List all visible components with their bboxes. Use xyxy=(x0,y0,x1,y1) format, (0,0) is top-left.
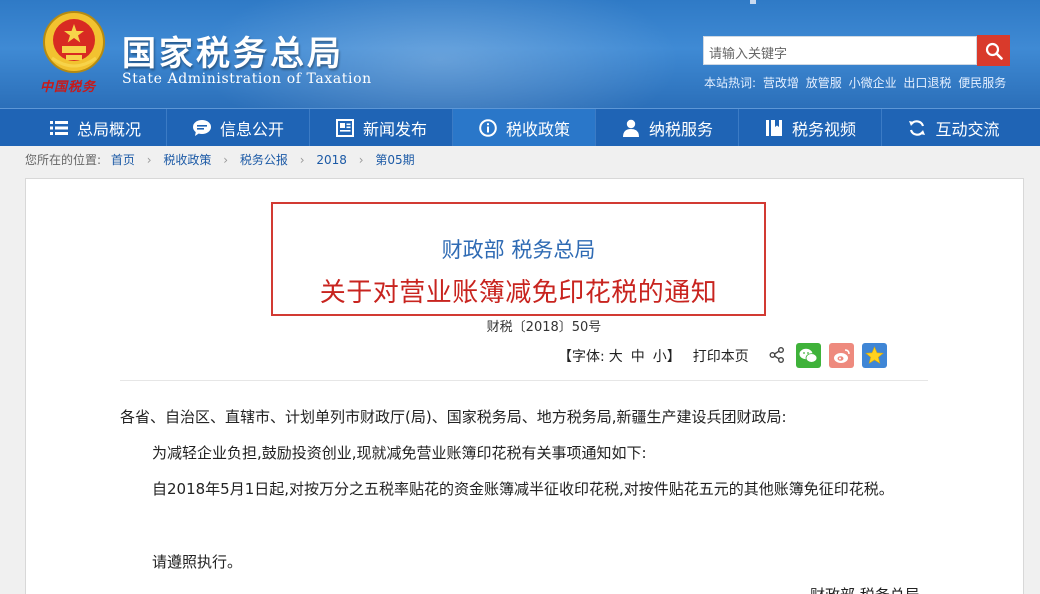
info-circle-icon xyxy=(478,118,498,138)
hot-word-link[interactable]: 出口退税 xyxy=(903,76,951,90)
weibo-share-button[interactable] xyxy=(829,343,854,368)
newspaper-icon xyxy=(335,118,355,138)
search-icon xyxy=(985,42,1003,60)
book-icon xyxy=(764,118,784,138)
star-icon xyxy=(865,346,884,364)
person-icon xyxy=(621,118,641,138)
nav-label: 互动交流 xyxy=(935,119,1000,139)
breadcrumb-prefix: 您所在的位置: xyxy=(25,153,102,167)
wechat-icon xyxy=(799,348,818,363)
font-size-medium-link[interactable]: 中 xyxy=(631,346,645,366)
article-paragraph: 自2018年5月1日起,对按万分之五税率贴花的资金账簿减半征收印花税,对按件贴花… xyxy=(152,480,894,498)
hot-word-link[interactable]: 放管服 xyxy=(806,76,842,90)
nav-label: 纳税服务 xyxy=(648,119,713,139)
nav-label: 新闻发布 xyxy=(362,119,427,139)
document-number: 财税〔2018〕50号 xyxy=(486,320,602,335)
nav-item-info[interactable]: 信息公开 xyxy=(167,109,310,146)
breadcrumb-link[interactable]: 首页 xyxy=(111,153,135,167)
breadcrumb-link[interactable]: 第05期 xyxy=(375,153,414,167)
chevron-right-icon: › xyxy=(146,153,152,167)
nav-item-interaction[interactable]: 互动交流 xyxy=(882,109,1025,146)
main-nav: 总局概况 信息公开 新闻发布 税收政策 纳税服务 税务视频 互动交流 xyxy=(0,108,1040,146)
breadcrumb-link[interactable]: 税收政策 xyxy=(163,153,211,167)
breadcrumb: 您所在的位置: 首页 › 税收政策 › 税务公报 › 2018 › 第05期 xyxy=(25,151,415,168)
nav-label: 税务视频 xyxy=(791,119,856,139)
hot-word-link[interactable]: 小微企业 xyxy=(849,76,897,90)
search-input[interactable]: 请输入关键字 xyxy=(703,36,977,65)
site-title[interactable]: 国家税务总局 xyxy=(122,26,344,75)
chevron-right-icon: › xyxy=(223,153,229,167)
breadcrumb-link[interactable]: 2018 xyxy=(316,153,347,167)
top-indicator xyxy=(750,0,756,4)
nav-item-tax-service[interactable]: 纳税服务 xyxy=(596,109,739,146)
site-header: 中国税务 国家税务总局 State Administration of Taxa… xyxy=(0,0,1040,108)
font-size-small-link[interactable]: 小】 xyxy=(653,346,681,366)
nav-item-news[interactable]: 新闻发布 xyxy=(310,109,453,146)
nav-label: 税收政策 xyxy=(505,119,570,139)
chat-bubble-icon xyxy=(192,118,212,138)
article-signature: 财政部 税务总局 xyxy=(810,584,920,594)
menu-icon xyxy=(49,118,69,138)
nav-item-video[interactable]: 税务视频 xyxy=(739,109,882,146)
emblem-caption: 中国税务 xyxy=(40,80,97,95)
site-subtitle: State Administration of Taxation xyxy=(122,71,372,87)
article-title: 关于对营业账簿减免印花税的通知 xyxy=(319,278,718,308)
chevron-right-icon: › xyxy=(358,153,364,167)
wechat-share-button[interactable] xyxy=(796,343,821,368)
nav-item-tax-policy[interactable]: 税收政策 xyxy=(453,109,596,146)
font-size-label: 【字体: xyxy=(558,349,605,365)
nav-item-overview[interactable]: 总局概况 xyxy=(24,109,167,146)
hot-words-label: 本站热词: xyxy=(704,76,757,90)
article-issuer: 财政部 税务总局 xyxy=(441,238,596,262)
refresh-icon xyxy=(907,118,927,138)
breadcrumb-link[interactable]: 税务公报 xyxy=(240,153,288,167)
font-size-large-link[interactable]: 大 xyxy=(609,346,623,366)
share-icon[interactable] xyxy=(769,347,785,363)
article-tools: 【字体: 大 中 小】 打印本页 xyxy=(558,346,749,366)
article-paragraph: 各省、自治区、直辖市、计划单列市财政厅(局)、国家税务局、地方税务局,新疆生产建… xyxy=(120,408,787,426)
hot-word-link[interactable]: 便民服务 xyxy=(958,76,1006,90)
weibo-icon xyxy=(833,348,850,363)
chevron-right-icon: › xyxy=(299,153,305,167)
tax-emblem-icon[interactable] xyxy=(42,10,106,74)
article-paragraph: 为减轻企业负担,鼓励投资创业,现就减免营业账簿印花税有关事项通知如下: xyxy=(152,444,647,462)
search-button[interactable] xyxy=(977,35,1010,66)
article-title-box: 财政部 税务总局 关于对营业账簿减免印花税的通知 xyxy=(271,202,766,316)
print-link[interactable]: 打印本页 xyxy=(693,346,749,366)
hot-word-link[interactable]: 营改增 xyxy=(763,76,799,90)
nav-label: 信息公开 xyxy=(219,119,284,139)
article-paragraph: 请遵照执行。 xyxy=(152,553,243,571)
qzone-share-button[interactable] xyxy=(862,343,887,368)
hot-words: 本站热词: 营改增 放管服 小微企业 出口退税 便民服务 xyxy=(704,74,1009,91)
nav-label: 总局概况 xyxy=(76,119,141,139)
article-divider xyxy=(120,380,928,381)
